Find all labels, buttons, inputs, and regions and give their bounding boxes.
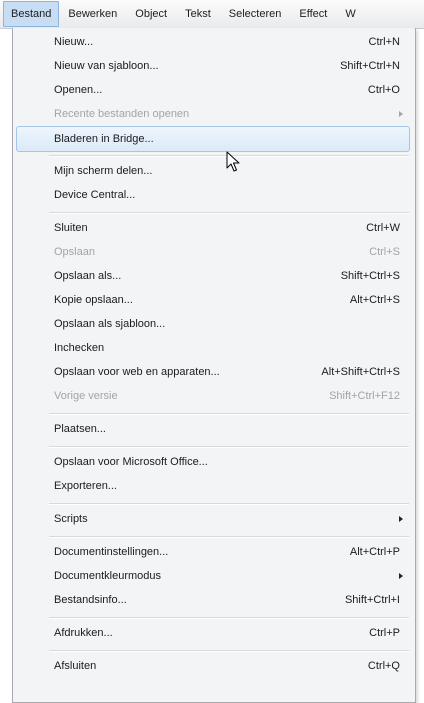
- menu-item-shortcut: Alt+Ctrl+S: [349, 294, 400, 306]
- menu-item-shortcut: Shift+Ctrl+S: [340, 270, 400, 282]
- submenu-arrow-icon: [399, 573, 403, 579]
- menu-item-label: Opslaan voor Microsoft Office...: [54, 456, 208, 468]
- menu-item-device-central[interactable]: Device Central...: [17, 183, 409, 207]
- menu-item-shortcut: Alt+Ctrl+P: [349, 546, 400, 558]
- menu-separator: [49, 650, 409, 652]
- menu-item-label: Openen...: [54, 84, 103, 96]
- menu-item-label: Sluiten: [54, 222, 88, 234]
- menu-item-label: Exporteren...: [54, 480, 117, 492]
- menu-item-afdrukken[interactable]: Afdrukken... Ctrl+P: [17, 621, 409, 645]
- menu-item-label: Opslaan voor web en apparaten...: [54, 366, 220, 378]
- submenu-arrow-icon: [399, 516, 403, 522]
- menu-item-scripts[interactable]: Scripts: [17, 507, 409, 531]
- menu-item-mijn-scherm-delen[interactable]: Mijn scherm delen...: [17, 159, 409, 183]
- menu-separator: [49, 212, 409, 214]
- menu-item-label: Afdrukken...: [54, 627, 113, 639]
- menu-object[interactable]: Object: [126, 0, 176, 28]
- menu-item-documentkleurmodus[interactable]: Documentkleurmodus: [17, 564, 409, 588]
- file-menu-dropdown: Nieuw... Ctrl+N Nieuw van sjabloon... Sh…: [12, 28, 416, 703]
- menu-item-plaatsen[interactable]: Plaatsen...: [17, 417, 409, 441]
- menu-item-label: Plaatsen...: [54, 423, 106, 435]
- menu-item-inchecken[interactable]: Inchecken: [17, 336, 409, 360]
- menu-item-nieuw[interactable]: Nieuw... Ctrl+N: [17, 30, 409, 54]
- menu-item-label: Inchecken: [54, 342, 105, 354]
- menu-item-shortcut: Alt+Shift+Ctrl+S: [321, 366, 400, 378]
- menu-item-nieuw-van-sjabloon[interactable]: Nieuw van sjabloon... Shift+Ctrl+N: [17, 54, 409, 78]
- menu-item-opslaan[interactable]: Opslaan Ctrl+S: [17, 240, 409, 264]
- menu-item-label: Scripts: [54, 513, 88, 525]
- menu-item-shortcut: Ctrl+Q: [367, 660, 400, 672]
- menu-item-label: Device Central...: [54, 189, 136, 201]
- menu-item-label: Opslaan als sjabloon...: [54, 318, 166, 330]
- submenu-arrow-icon: [399, 111, 403, 117]
- menu-item-opslaan-voor-web[interactable]: Opslaan voor web en apparaten... Alt+Shi…: [17, 360, 409, 384]
- menu-item-label: Documentkleurmodus: [54, 570, 161, 582]
- menu-bewerken[interactable]: Bewerken: [59, 0, 126, 28]
- menu-item-label: Mijn scherm delen...: [54, 165, 153, 177]
- menu-item-shortcut: Ctrl+O: [367, 84, 400, 96]
- menu-item-label: Nieuw...: [54, 36, 94, 48]
- menu-item-documentinstellingen[interactable]: Documentinstellingen... Alt+Ctrl+P: [17, 540, 409, 564]
- menu-effect[interactable]: Effect: [290, 0, 336, 28]
- menu-item-bestandsinfo[interactable]: Bestandsinfo... Shift+Ctrl+I: [17, 588, 409, 612]
- menu-item-label: Vorige versie: [54, 390, 118, 402]
- menu-item-label: Bladeren in Bridge...: [54, 133, 154, 145]
- menu-item-opslaan-als-sjabloon[interactable]: Opslaan als sjabloon...: [17, 312, 409, 336]
- menu-item-label: Kopie opslaan...: [54, 294, 133, 306]
- menu-item-sluiten[interactable]: Sluiten Ctrl+W: [17, 216, 409, 240]
- menu-tekst[interactable]: Tekst: [176, 0, 220, 28]
- menu-item-shortcut: Shift+Ctrl+I: [344, 594, 400, 606]
- menu-separator: [49, 446, 409, 448]
- menu-item-shortcut: Shift+Ctrl+F12: [329, 390, 400, 402]
- menu-item-exporteren[interactable]: Exporteren...: [17, 474, 409, 498]
- menu-item-label: Afsluiten: [54, 660, 97, 672]
- menu-item-opslaan-als[interactable]: Opslaan als... Shift+Ctrl+S: [17, 264, 409, 288]
- menu-item-shortcut: Ctrl+N: [368, 36, 400, 48]
- menu-item-shortcut: Ctrl+P: [369, 627, 400, 639]
- menu-venster[interactable]: W: [336, 0, 364, 28]
- menu-item-label: Opslaan: [54, 246, 95, 258]
- menu-item-label: Recente bestanden openen: [54, 108, 190, 120]
- menu-item-opslaan-voor-office[interactable]: Opslaan voor Microsoft Office...: [17, 450, 409, 474]
- menu-item-kopie-opslaan[interactable]: Kopie opslaan... Alt+Ctrl+S: [17, 288, 409, 312]
- menu-separator: [49, 536, 409, 538]
- menu-item-shortcut: Ctrl+S: [369, 246, 400, 258]
- menu-item-label: Documentinstellingen...: [54, 546, 169, 558]
- menu-item-openen[interactable]: Openen... Ctrl+O: [17, 78, 409, 102]
- menu-item-vorige-versie[interactable]: Vorige versie Shift+Ctrl+F12: [17, 384, 409, 408]
- menu-selecteren[interactable]: Selecteren: [220, 0, 291, 28]
- menu-item-label: Opslaan als...: [54, 270, 122, 282]
- menu-item-shortcut: Ctrl+W: [366, 222, 400, 234]
- mouse-pointer-icon: [226, 151, 240, 172]
- menu-separator: [49, 503, 409, 505]
- menu-separator: [49, 617, 409, 619]
- menu-bar: Bestand Bewerken Object Tekst Selecteren…: [0, 0, 424, 29]
- menu-item-label: Bestandsinfo...: [54, 594, 127, 606]
- menu-item-bladeren-in-bridge[interactable]: Bladeren in Bridge...: [16, 126, 410, 152]
- menu-item-label: Nieuw van sjabloon...: [54, 60, 159, 72]
- menu-bestand[interactable]: Bestand: [3, 1, 60, 27]
- menu-separator: [49, 413, 409, 415]
- menu-item-recente-bestanden[interactable]: Recente bestanden openen: [17, 102, 409, 126]
- menu-item-afsluiten[interactable]: Afsluiten Ctrl+Q: [17, 654, 409, 678]
- menu-item-shortcut: Shift+Ctrl+N: [340, 60, 400, 72]
